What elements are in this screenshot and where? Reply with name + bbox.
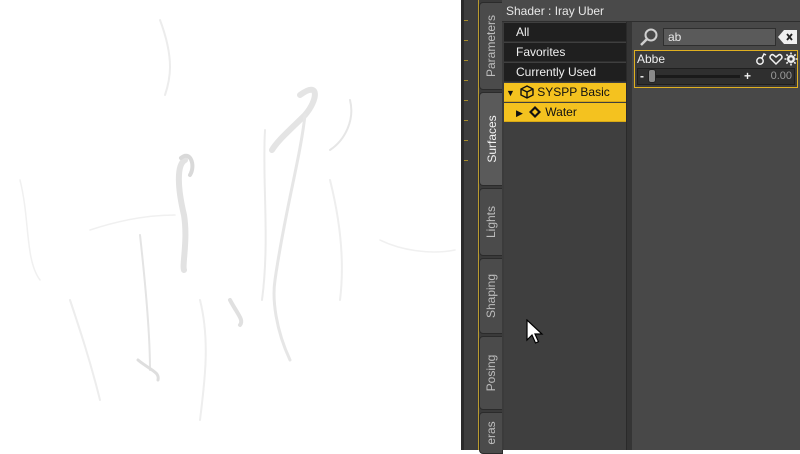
cube-icon (520, 85, 534, 99)
list-item-currently-used[interactable]: Currently Used (504, 63, 626, 82)
tree-item-water[interactable]: ▶ Water (504, 103, 626, 122)
tab-parameters[interactable]: Parameters (479, 2, 503, 90)
expand-arrow-icon[interactable]: ▶ (516, 108, 523, 118)
gear-icon (784, 52, 798, 66)
clear-icon[interactable] (776, 28, 798, 46)
tab-surfaces[interactable]: Surfaces (479, 92, 503, 186)
lock-icon (756, 52, 767, 65)
tab-shaping[interactable]: Shaping (479, 258, 503, 334)
heart-icon (769, 53, 783, 66)
search-icon[interactable] (637, 26, 661, 48)
ruler-strip (464, 0, 479, 450)
slider-knob[interactable] (648, 69, 656, 83)
slider-value[interactable]: 0.00 (760, 70, 792, 82)
tab-lights[interactable]: Lights (479, 188, 503, 256)
pane-tab-bar: Parameters Surfaces Lights Shaping Posin… (479, 0, 503, 454)
property-actions (754, 51, 798, 67)
slider-track (650, 75, 740, 78)
tab-posing[interactable]: Posing (479, 336, 503, 410)
expand-arrow-icon[interactable]: ▼ (506, 88, 515, 98)
search-input[interactable]: ab (663, 28, 776, 46)
tree-item-syspp[interactable]: ▼ SYSPP Basic S... (504, 83, 626, 119)
tab-cameras[interactable]: eras (479, 412, 503, 454)
cursor-icon (526, 318, 544, 347)
slider-plus[interactable]: + (744, 69, 751, 83)
smoke-render (19, 19, 456, 421)
material-icon (528, 105, 542, 119)
slider-minus[interactable]: - (640, 69, 644, 83)
list-item-all[interactable]: All (504, 23, 626, 42)
property-label: Abbe (637, 52, 666, 66)
panel-title: Shader : Iray Uber (502, 0, 800, 22)
list-item-favorites[interactable]: Favorites (504, 43, 626, 62)
surface-list: All Favorites Currently Used ▼ SYSPP Bas… (504, 22, 627, 450)
viewport[interactable] (0, 0, 461, 450)
